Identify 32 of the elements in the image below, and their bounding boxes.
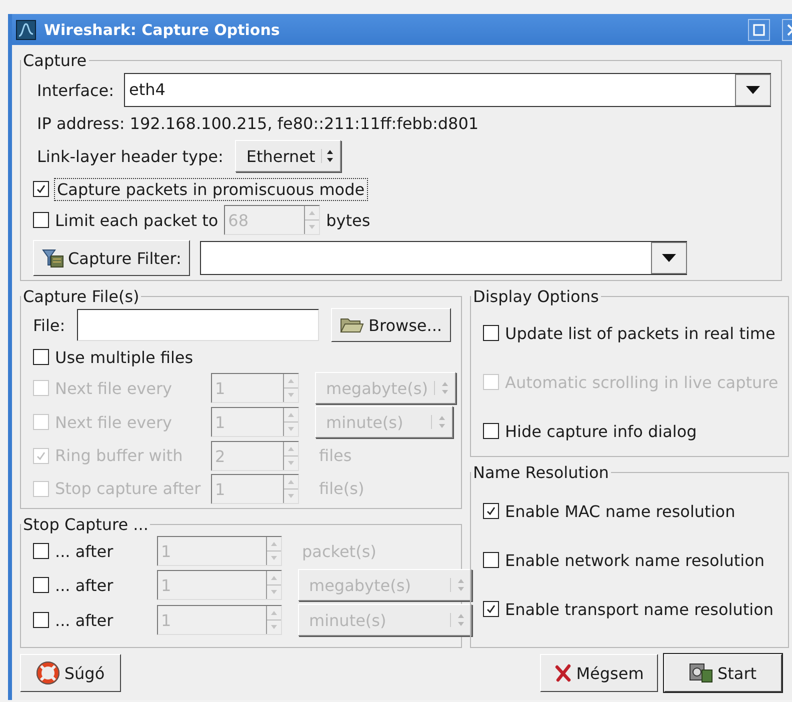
help-button[interactable]: Súgó: [20, 654, 121, 692]
checkbox-label[interactable]: Use multiple files: [55, 348, 194, 366]
field-label: File:: [33, 316, 66, 334]
cancel-button[interactable]: Mégsem: [540, 654, 658, 692]
checkbox-label[interactable]: Limit each packet to: [55, 210, 218, 230]
frame-title: Stop Capture ...: [22, 515, 150, 534]
frame-title: Name Resolution: [472, 463, 610, 482]
checkbox-label[interactable]: Hide capture info dialog: [505, 422, 697, 440]
checkbox-label[interactable]: Update list of packets in real time: [505, 324, 776, 342]
checkbox-label[interactable]: ... after: [55, 576, 114, 594]
checkbox-label[interactable]: Enable transport name resolution: [505, 600, 774, 618]
interface-combo[interactable]: eth4: [124, 73, 771, 107]
unit-label: files: [319, 446, 352, 465]
frame-title: Capture File(s): [22, 287, 140, 306]
unit-label: packet(s): [302, 542, 376, 560]
field-label: Interface:: [37, 80, 114, 100]
unit-label: file(s): [319, 479, 364, 498]
ip-address-text: IP address: 192.168.100.215, fe80::211:11ff:febb:d801: [37, 114, 479, 132]
start-button[interactable]: Start: [664, 654, 782, 692]
capture-filter-button[interactable]: Capture Filter:: [33, 240, 190, 276]
checkbox-label[interactable]: ... after: [55, 542, 114, 560]
frame-title: Capture: [22, 51, 88, 70]
field-label: Link-layer header type:: [37, 146, 224, 166]
link-type-dropdown[interactable]: Ethernet: [235, 140, 342, 172]
frame-title: Display Options: [472, 287, 600, 306]
checkbox-label[interactable]: Capture packets in promiscuous mode: [55, 178, 367, 200]
window-title: Wireshark: Capture Options: [44, 20, 281, 38]
checkbox-label[interactable]: Enable network name resolution: [505, 550, 765, 570]
unit-label: bytes: [326, 210, 370, 230]
browse-button[interactable]: Browse...: [331, 308, 451, 342]
checkbox-label[interactable]: ... after: [55, 610, 114, 630]
checkbox-label[interactable]: Enable MAC name resolution: [505, 502, 736, 520]
